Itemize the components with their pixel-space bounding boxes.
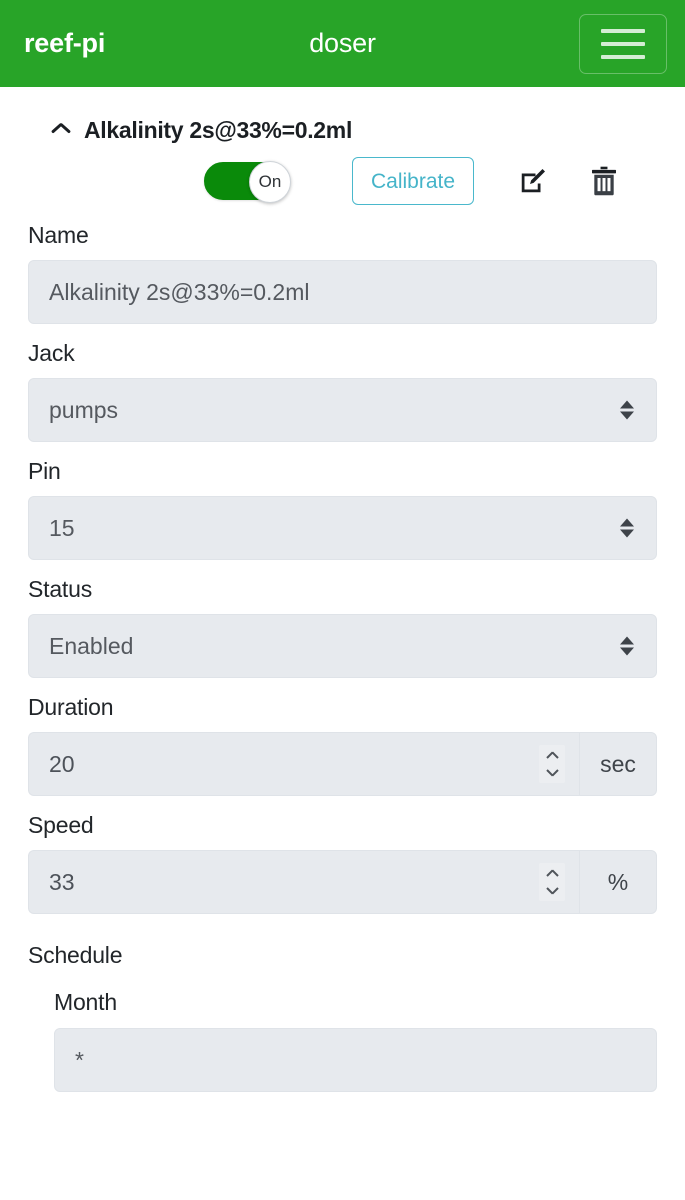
name-input[interactable]: Alkalinity 2s@33%=0.2ml bbox=[28, 260, 657, 324]
toggle-knob-label: On bbox=[249, 161, 291, 203]
status-select[interactable]: Enabled bbox=[28, 614, 657, 678]
speed-input[interactable]: 33 bbox=[28, 850, 579, 914]
pin-select-value: 15 bbox=[49, 514, 75, 541]
edit-pencil-icon[interactable] bbox=[518, 166, 548, 196]
status-label: Status bbox=[28, 576, 93, 602]
doser-controls-row: On Calibrate bbox=[28, 144, 657, 206]
status-form-group: Status Enabled bbox=[28, 560, 657, 678]
hamburger-bar-2 bbox=[601, 41, 645, 46]
jack-select[interactable]: pumps bbox=[28, 378, 657, 442]
speed-stepper-icon[interactable] bbox=[539, 863, 565, 901]
jack-label: Jack bbox=[28, 340, 75, 366]
name-label: Name bbox=[28, 222, 89, 248]
hamburger-menu-icon[interactable] bbox=[579, 13, 667, 74]
duration-input-value: 20 bbox=[49, 750, 75, 777]
jack-select-value: pumps bbox=[49, 396, 119, 423]
speed-unit-addon: % bbox=[579, 850, 657, 914]
duration-unit-addon: sec bbox=[579, 732, 657, 796]
select-chevron-updown-icon bbox=[620, 636, 634, 656]
duration-stepper-icon[interactable] bbox=[539, 745, 565, 783]
speed-input-group: 33 % bbox=[28, 850, 657, 914]
pin-label: Pin bbox=[28, 458, 61, 484]
pin-form-group: Pin 15 bbox=[28, 442, 657, 560]
hamburger-bar-3 bbox=[601, 54, 645, 59]
status-select-value: Enabled bbox=[49, 632, 134, 659]
trash-icon[interactable] bbox=[590, 166, 618, 196]
trash-glyph bbox=[592, 166, 617, 196]
month-label: Month bbox=[54, 989, 117, 1015]
doser-on-off-toggle[interactable]: On bbox=[204, 161, 291, 203]
calibrate-button[interactable]: Calibrate bbox=[352, 157, 475, 205]
duration-label: Duration bbox=[28, 694, 114, 720]
doser-item-header[interactable]: Alkalinity 2s@33%=0.2ml bbox=[28, 87, 657, 144]
month-input[interactable]: * bbox=[54, 1028, 657, 1092]
duration-form-group: Duration 20 sec bbox=[28, 678, 657, 796]
jack-form-group: Jack pumps bbox=[28, 324, 657, 442]
speed-label: Speed bbox=[28, 812, 94, 838]
schedule-body: Month * bbox=[28, 969, 657, 1092]
duration-input-group: 20 sec bbox=[28, 732, 657, 796]
select-chevron-updown-icon bbox=[620, 400, 634, 420]
speed-input-value: 33 bbox=[49, 868, 75, 895]
select-chevron-updown-icon bbox=[620, 518, 634, 538]
doser-item-title: Alkalinity 2s@33%=0.2ml bbox=[84, 117, 353, 143]
name-input-value: Alkalinity 2s@33%=0.2ml bbox=[49, 278, 310, 305]
duration-input[interactable]: 20 bbox=[28, 732, 579, 796]
brand-logo[interactable]: reef-pi bbox=[24, 28, 105, 59]
hamburger-bar-1 bbox=[601, 28, 645, 33]
name-form-group: Name Alkalinity 2s@33%=0.2ml bbox=[28, 206, 657, 324]
top-navbar: reef-pi doser bbox=[0, 0, 685, 87]
schedule-heading: Schedule bbox=[28, 942, 123, 968]
page-content: Alkalinity 2s@33%=0.2ml On Calibrate Nam… bbox=[0, 87, 685, 1092]
month-input-value: * bbox=[75, 1046, 84, 1073]
chevron-up-icon[interactable] bbox=[52, 125, 70, 137]
speed-form-group: Speed 33 % bbox=[28, 796, 657, 914]
pin-select[interactable]: 15 bbox=[28, 496, 657, 560]
edit-pencil-glyph bbox=[521, 169, 546, 193]
